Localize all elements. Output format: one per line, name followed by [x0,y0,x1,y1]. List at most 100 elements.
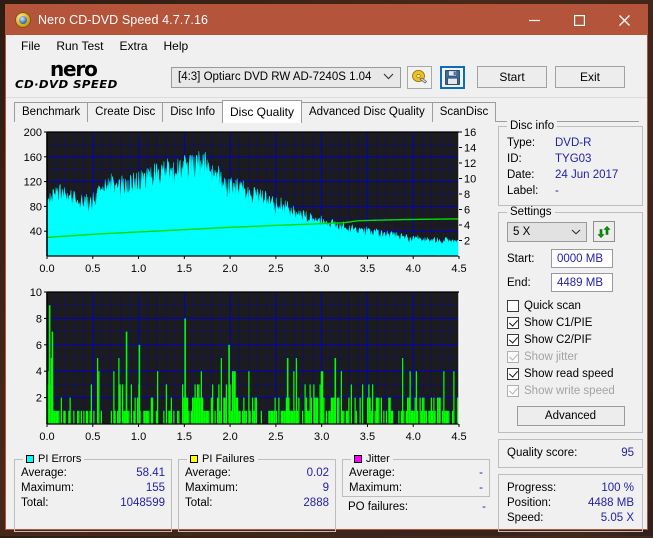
checkbox-icon [507,350,519,363]
quality-score-label: Quality score: [507,447,578,459]
disc-info-legend: Disc info [507,120,558,132]
pi-failures-color-swatch [190,455,198,463]
checkbox-icon [507,384,519,397]
svg-text:3.5: 3.5 [360,431,375,443]
svg-text:4.5: 4.5 [451,263,466,275]
start-field-row: Start: 0000 MB [507,249,634,268]
pi-errors-legend-label: PI Errors [38,453,82,465]
menu-bar: File Run Test Extra Help [6,35,647,57]
charts-column: 40 80 120 160 200 2 4 6 8 10 12 14 16 0.0 0.5 1.0 1.5 2.0… [14,126,492,532]
po-failures-row: PO failures: - [348,501,486,513]
pi-errors-maximum-row: Maximum: 155 [21,481,165,496]
tab-advanced-disc-quality[interactable]: Advanced Disc Quality [301,102,433,122]
save-button[interactable] [440,65,465,89]
refresh-button[interactable] [593,221,615,242]
pi-failures-legend: PI Failures [187,453,258,465]
checkbox-quick-scan[interactable]: Quick scan [507,297,634,314]
checkbox-show-read-speed[interactable]: Show read speed [507,365,634,382]
jitter-color-swatch [354,455,362,463]
pi-failures-legend-label: PI Failures [202,453,255,465]
svg-text:16: 16 [464,127,476,139]
disc-id-label: ID: [507,153,522,165]
progress-label: Progress: [507,482,557,494]
pie-chart: 40 80 120 160 200 2 4 6 8 10 12 14 16 0.0 0.5 1.0 1.5 2.0… [14,126,492,286]
svg-text:80: 80 [30,201,42,213]
charts: 40 80 120 160 200 2 4 6 8 10 12 14 16 0.0 0.5 1.0 1.5 2.0… [14,126,492,454]
disc-id-value: TYG03 [555,153,592,165]
svg-text:10: 10 [464,174,476,186]
checkbox-icon [507,333,519,346]
svg-text:1.0: 1.0 [131,263,146,275]
end-field-row: End: 4489 MB [507,273,634,292]
disc-date-row: Date: 24 Jun 2017 [507,167,634,183]
svg-text:200: 200 [24,127,42,139]
checkbox-show-jitter-label: Show jitter [524,350,578,363]
menu-help[interactable]: Help [156,37,197,55]
pi-errors-total-value: 1048599 [120,497,165,509]
settings-legend: Settings [507,206,555,218]
drive-select[interactable]: [4:3] Optiarc DVD RW AD-7240S 1.04 [171,66,401,88]
start-input[interactable]: 0000 MB [551,249,613,268]
svg-text:6: 6 [464,205,470,217]
start-button[interactable]: Start [477,66,547,88]
quality-score-panel: Quality score: 95 [498,439,643,468]
content-area: 40 80 120 160 200 2 4 6 8 10 12 14 16 0.0 0.5 1.0 1.5 2.0… [6,120,647,538]
pi-errors-average-row: Average: 58.41 [21,466,165,481]
speed-label: Speed: [507,512,544,524]
nero-subtitle: CD·DVD SPEED [15,78,118,91]
disc-burn-button[interactable] [407,65,432,89]
start-label: Start: [507,252,535,265]
tab-benchmark[interactable]: Benchmark [14,102,89,122]
drive-select-value: [4:3] Optiarc DVD RW AD-7240S 1.04 [178,71,372,83]
nero-wordmark: nero [50,57,98,81]
advanced-button[interactable]: Advanced [516,406,625,426]
disc-date-value: 24 Jun 2017 [555,169,619,181]
checkbox-show-jitter: Show jitter [507,348,634,365]
svg-text:10: 10 [30,287,42,299]
close-button[interactable] [602,5,647,35]
app-icon [15,12,31,28]
end-input[interactable]: 4489 MB [551,273,613,292]
chevron-down-icon [383,71,394,83]
maximize-button[interactable] [557,5,602,35]
disc-label-row: Label: - [507,183,634,199]
pi-failures-maximum-row: Maximum: 9 [185,481,329,496]
position-label: Position: [507,497,552,509]
menu-run-test[interactable]: Run Test [48,37,111,55]
settings-panel: Settings 5 X Start: 0000 MB End: 4489 MB… [498,206,643,433]
svg-text:8: 8 [36,313,42,325]
pi-failures-maximum-value: 9 [322,482,329,494]
svg-text:2.0: 2.0 [222,263,237,275]
end-input-value: 4489 MB [557,276,604,289]
nero-logo: nero CD·DVD SPEED [14,59,166,95]
svg-text:2: 2 [36,393,42,405]
svg-text:4.0: 4.0 [406,431,421,443]
svg-text:2.5: 2.5 [268,431,283,443]
disc-info-panel: Disc info Type: DVD-R ID: TYG03 Date: 24… [498,120,643,206]
pi-failures-maximum-label: Maximum: [185,482,239,494]
checkbox-icon [507,299,519,312]
checkbox-show-c2-pif[interactable]: Show C2/PIF [507,331,634,348]
svg-text:120: 120 [24,177,42,189]
checkbox-show-write-speed: Show write speed [507,382,634,399]
checkbox-show-c1-pie[interactable]: Show C1/PIE [507,314,634,331]
tab-disc-quality[interactable]: Disc Quality [222,100,303,123]
title-bar: Nero CD-DVD Speed 4.7.7.16 [6,5,647,35]
pi-errors-average-label: Average: [21,467,67,479]
disc-label-label: Label: [507,185,539,197]
jitter-maximum-row: Maximum: - [349,481,483,496]
tab-scandisc[interactable]: ScanDisc [431,102,497,122]
quality-score-value: 95 [621,447,634,459]
speed-row-status: Speed: 5.05 X [507,511,634,526]
svg-text:3.0: 3.0 [314,263,329,275]
speed-select[interactable]: 5 X [507,221,587,242]
tab-disc-info[interactable]: Disc Info [162,102,223,122]
menu-extra[interactable]: Extra [111,37,155,55]
menu-file[interactable]: File [13,37,48,55]
exit-button[interactable]: Exit [555,66,625,88]
refresh-icon [597,225,611,238]
checkbox-show-write-speed-label: Show write speed [524,384,615,397]
tab-create-disc[interactable]: Create Disc [87,102,164,122]
minimize-button[interactable] [512,5,557,35]
svg-text:4.5: 4.5 [451,431,466,443]
